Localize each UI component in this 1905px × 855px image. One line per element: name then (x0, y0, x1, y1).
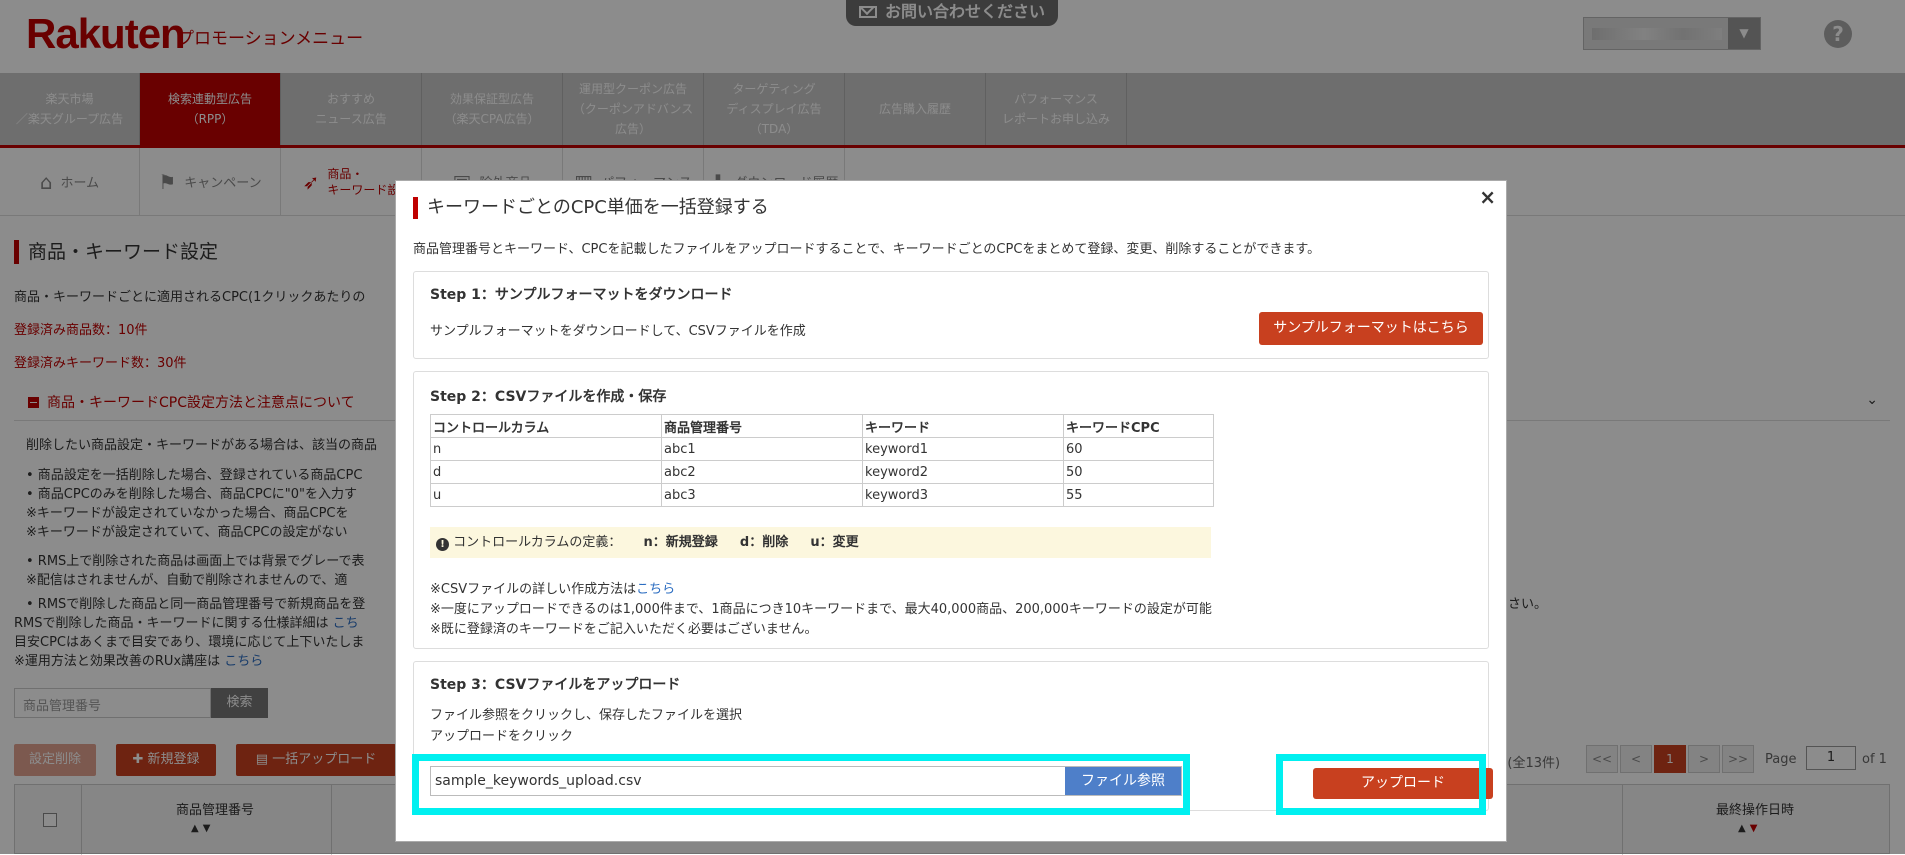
table-cell: keyword1 (862, 437, 1064, 461)
table-cell: d (430, 460, 662, 484)
table-cell: abc2 (661, 460, 863, 484)
close-icon[interactable]: × (1479, 185, 1496, 209)
table-header-cell: キーワードCPC (1063, 414, 1214, 438)
table-cell: abc1 (661, 437, 863, 461)
registered-keyword-note: ※既に登録済のキーワードをご記入いただく必要はございません。 (430, 622, 818, 637)
table-row: d abc2 keyword2 50 (430, 460, 1214, 484)
table-cell: 55 (1063, 483, 1214, 507)
modal-description: 商品管理番号とキーワード、CPCを記載したファイルをアップロードすることで、キー… (413, 242, 1321, 257)
table-cell: keyword2 (862, 460, 1064, 484)
step3-title: Step 3：CSVファイルをアップロード (430, 677, 681, 693)
definition-n: n：新規登録 (643, 535, 718, 550)
sample-format-button[interactable]: サンプルフォーマットはこちら (1259, 312, 1483, 345)
control-column-definition: ! コントロールカラムの定義： n：新規登録 d：削除 u：変更 (430, 527, 1211, 558)
step1-title: Step 1：サンプルフォーマットをダウンロード (430, 287, 733, 303)
table-header-cell: キーワード (862, 414, 1064, 438)
step3-line1: ファイル参照をクリックし、保存したファイルを選択 (430, 708, 743, 723)
definition-d: d：削除 (739, 535, 789, 550)
step1-panel: Step 1：サンプルフォーマットをダウンロード サンプルフォーマットをダウンロ… (413, 271, 1489, 359)
step2-title: Step 2：CSVファイルを作成・保存 (430, 389, 667, 405)
info-icon: ! (436, 538, 449, 551)
csv-howto-link[interactable]: こちら (636, 582, 675, 597)
table-cell: u (430, 483, 662, 507)
step3-line2: アップロードをクリック (430, 729, 574, 744)
table-cell: abc3 (661, 483, 863, 507)
table-cell: n (430, 437, 662, 461)
bulk-cpc-modal: キーワードごとのCPC単価を一括登録する × 商品管理番号とキーワード、CPCを… (395, 180, 1507, 842)
step2-panel: Step 2：CSVファイルを作成・保存 コントロールカラム 商品管理番号 キー… (413, 371, 1489, 649)
definition-u: u：変更 (810, 535, 859, 550)
upload-button-highlight (1276, 754, 1486, 815)
upload-limit-note: ※一度にアップロードできるのは1,000件まで、1商品につき10キーワードまで、… (430, 602, 1212, 617)
table-row: n abc1 keyword1 60 (430, 437, 1214, 461)
file-chooser-highlight (412, 754, 1190, 815)
definition-label: コントロールカラムの定義： (453, 535, 622, 550)
table-header-cell: 商品管理番号 (661, 414, 863, 438)
csv-howto-label: ※CSVファイルの詳しい作成方法は (430, 582, 637, 597)
table-cell: 60 (1063, 437, 1214, 461)
table-header-cell: コントロールカラム (430, 414, 662, 438)
table-cell: keyword3 (862, 483, 1064, 507)
step1-text: サンプルフォーマットをダウンロードして、CSVファイルを作成 (430, 324, 806, 339)
csv-howto-note: ※CSVファイルの詳しい作成方法はこちら (430, 578, 675, 597)
sample-csv-table: コントロールカラム 商品管理番号 キーワード キーワードCPC n abc1 k… (430, 414, 1214, 507)
modal-title: キーワードごとのCPC単価を一括登録する (413, 197, 769, 219)
table-row: u abc3 keyword3 55 (430, 483, 1214, 507)
table-cell: 50 (1063, 460, 1214, 484)
